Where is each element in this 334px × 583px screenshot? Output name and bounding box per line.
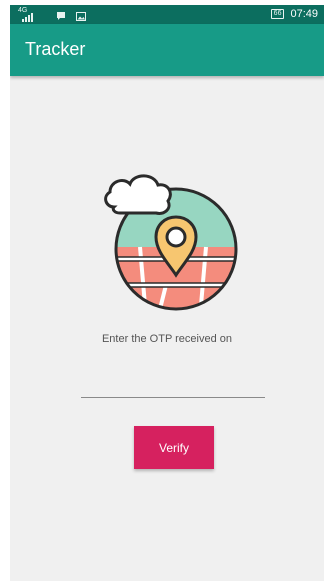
signal-icon [22, 12, 33, 22]
clock: 07:49 [290, 8, 318, 20]
image-icon [76, 12, 86, 21]
signal-group: 4G [18, 7, 40, 22]
status-right: 66 07:49 [270, 8, 318, 20]
otp-prompt-text: Enter the OTP received on [101, 333, 233, 345]
message-icon [57, 12, 65, 20]
app-bar: Tracker [10, 24, 324, 76]
battery-icon: 66 [270, 9, 285, 19]
location-pin-icon [104, 174, 238, 311]
phone-screen: 4G 66 07:49 Tracker Enter the OTP receiv… [10, 5, 324, 581]
status-left: 4G [18, 7, 86, 22]
verify-button[interactable]: Verify [134, 426, 214, 469]
status-bar: 4G 66 07:49 [10, 5, 324, 24]
otp-input[interactable] [81, 377, 265, 398]
app-title: Tracker [25, 39, 86, 59]
